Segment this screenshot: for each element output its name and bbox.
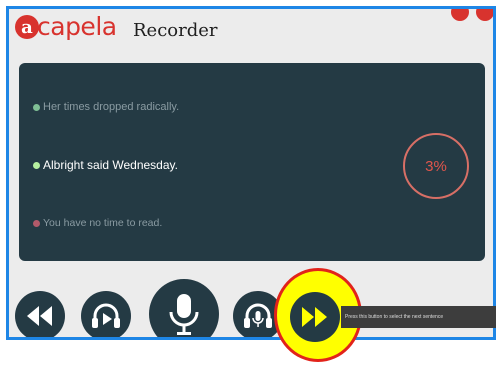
- sentence-status-dot: [33, 219, 40, 227]
- close-button[interactable]: [476, 9, 493, 21]
- title-bar: a capela Recorder: [9, 9, 493, 51]
- listen-button[interactable]: [81, 291, 131, 337]
- next-button-tooltip: Press this button to select the next sen…: [341, 306, 496, 328]
- progress-label: 3%: [425, 157, 447, 175]
- rewind-icon: [27, 306, 52, 326]
- sentence-text: You have no time to read.: [43, 217, 163, 229]
- sentence-item-current[interactable]: Albright said Wednesday.: [33, 158, 178, 172]
- minimize-button[interactable]: [451, 9, 469, 21]
- sentence-text: Her times dropped radically.: [43, 101, 180, 113]
- acapela-logo-mark: a: [15, 15, 39, 39]
- acapela-logo-text: capela: [37, 12, 117, 41]
- next-button[interactable]: [290, 292, 340, 342]
- microphone-icon: [169, 294, 199, 335]
- recorder-window: a capela Recorder Her times dropped radi…: [6, 6, 496, 340]
- sentence-status-dot: [33, 161, 40, 169]
- record-button[interactable]: [149, 279, 219, 337]
- progress-indicator: 3%: [403, 133, 469, 199]
- sentence-panel: Her times dropped radically. Albright sa…: [19, 63, 485, 261]
- sentence-text: Albright said Wednesday.: [43, 158, 178, 172]
- app-title: Recorder: [133, 20, 218, 41]
- sentence-item[interactable]: Her times dropped radically.: [33, 101, 179, 113]
- sentence-status-dot: [33, 103, 40, 111]
- sentence-item[interactable]: You have no time to read.: [33, 217, 162, 229]
- headphones-play-icon: [92, 303, 120, 328]
- headphones-mic-icon: [244, 303, 272, 328]
- rewind-button[interactable]: [15, 291, 65, 337]
- fast-forward-icon: [302, 307, 327, 327]
